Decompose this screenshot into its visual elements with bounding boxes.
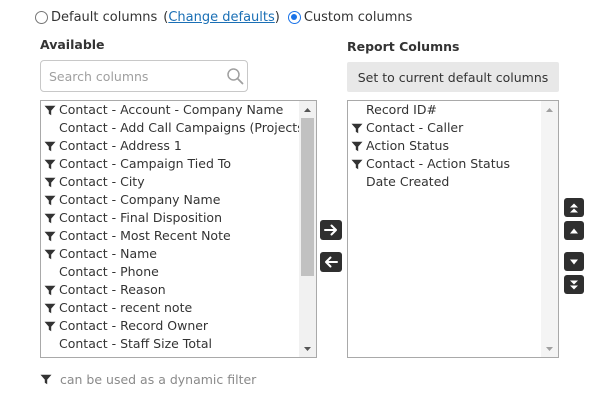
list-item[interactable]: Contact - Account - Company Name [41,101,299,119]
list-item[interactable]: Contact - Caller [348,119,541,137]
list-item-label: Contact - recent note [59,300,193,315]
available-options: Contact - Account - Company Name Contact … [41,101,299,357]
filter-funnel-icon [44,249,56,260]
filter-funnel-icon [44,231,56,242]
list-item-label: Contact - Company Name [59,192,221,207]
column-mode-row: Default columns ( Change defaults ) Cust… [35,8,412,26]
default-columns-radio[interactable] [35,10,48,24]
scroll-thumb[interactable] [301,118,314,276]
list-item-label: Contact - Caller [366,120,464,135]
list-item[interactable]: Contact - Record Owner [41,317,299,335]
remove-column-button[interactable] [320,252,342,272]
report-options: Record ID# Contact - Caller Action Status C… [348,101,541,357]
filter-funnel-icon [351,123,363,134]
list-item-label: Contact - Address 1 [59,138,182,153]
list-item[interactable]: Contact - State [41,353,299,357]
list-item-label: Contact - Name [59,246,157,261]
filter-legend: can be used as a dynamic filter [40,370,256,388]
list-item[interactable]: Contact - Staff Size Total [41,335,299,353]
filter-funnel-icon [351,159,363,170]
list-item-label: Contact - Most Recent Note [59,228,231,243]
custom-columns-radio[interactable] [287,10,301,24]
custom-columns-label[interactable]: Custom columns [304,10,413,25]
move-to-bottom-icon [570,280,578,289]
list-item[interactable]: Contact - recent note [41,299,299,317]
move-up-button[interactable] [564,221,584,240]
move-to-top-button[interactable] [564,198,584,217]
search-input[interactable] [41,61,211,91]
list-item[interactable]: Contact - Company Name [41,191,299,209]
scroll-down-arrow[interactable] [541,340,558,357]
list-item[interactable]: Date Created [348,173,541,191]
scroll-down-arrow[interactable] [299,340,316,357]
search-icon[interactable] [226,67,244,85]
list-item[interactable]: Action Status [348,137,541,155]
change-defaults-close-paren: ) [274,9,280,25]
available-title: Available [40,37,105,52]
filter-funnel-icon [44,303,56,314]
list-item-label: Contact - Staff Size Total [59,336,212,351]
list-item-label: Contact - City [59,174,145,189]
filter-legend-text: can be used as a dynamic filter [60,371,257,387]
add-column-button[interactable] [320,220,342,240]
move-to-top-icon [570,203,578,212]
list-item[interactable]: Contact - Action Status [348,155,541,173]
move-down-icon [570,259,578,264]
list-item-label: Contact - Account - Company Name [59,102,284,117]
list-item[interactable]: Record ID# [348,101,541,119]
list-item-label: Contact - State [59,354,153,357]
list-item[interactable]: Contact - Final Disposition [41,209,299,227]
filter-funnel-icon [44,195,56,206]
filter-funnel-icon [40,374,52,385]
move-down-button[interactable] [564,252,584,271]
available-columns-list[interactable]: Contact - Account - Company Name Contact … [40,100,317,358]
report-columns-title: Report Columns [347,39,460,54]
list-item-label: Record ID# [366,102,437,117]
move-up-icon [570,228,578,233]
report-scrollbar[interactable] [541,101,558,357]
filter-funnel-icon [44,177,56,188]
default-columns-label[interactable]: Default columns [51,10,157,25]
list-item[interactable]: Contact - Name [41,245,299,263]
list-item-label: Date Created [366,174,450,189]
arrow-left-icon [325,256,338,268]
scroll-up-arrow[interactable] [299,101,316,118]
list-item[interactable]: Contact - Campaign Tied To [41,155,299,173]
filter-funnel-icon [44,213,56,224]
filter-funnel-icon [44,105,56,116]
arrow-right-icon [324,224,337,236]
list-item[interactable]: Contact - Reason [41,281,299,299]
search-box [40,60,248,92]
filter-funnel-icon [44,321,56,332]
list-item-label: Contact - Reason [59,282,166,297]
change-defaults-link[interactable]: Change defaults [168,10,274,25]
available-scrollbar[interactable] [299,101,316,357]
list-item[interactable]: Contact - Address 1 [41,137,299,155]
scroll-up-arrow[interactable] [541,101,558,118]
list-item-label: Contact - Action Status [366,156,511,171]
list-item-label: Contact - Record Owner [59,318,209,333]
list-item[interactable]: Contact - City [41,173,299,191]
filter-funnel-icon [44,159,56,170]
filter-funnel-icon [44,141,56,152]
list-item[interactable]: Contact - Most Recent Note [41,227,299,245]
list-item-label: Contact - Final Disposition [59,210,222,225]
list-item[interactable]: Contact - Add Call Campaigns (Projects) [41,119,299,137]
filter-funnel-icon [44,285,56,296]
list-item-label: Contact - Campaign Tied To [59,156,232,171]
report-columns-list[interactable]: Record ID# Contact - Caller Action Status C… [347,100,559,358]
filter-funnel-icon [351,141,363,152]
list-item-label: Contact - Add Call Campaigns (Projects) [59,120,299,135]
move-to-bottom-button[interactable] [564,275,584,294]
list-item-label: Action Status [366,138,449,153]
list-item[interactable]: Contact - Phone [41,263,299,281]
set-default-columns-button[interactable]: Set to current default columns [347,62,559,92]
list-item-label: Contact - Phone [59,264,159,279]
